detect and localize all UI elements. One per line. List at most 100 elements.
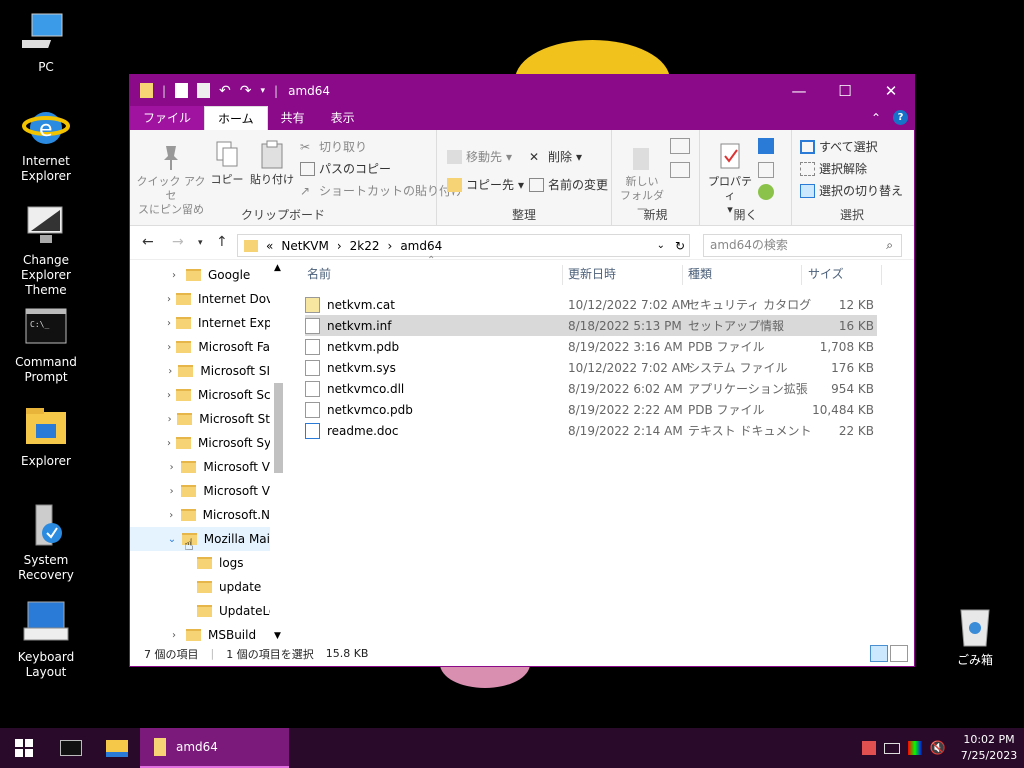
copy-button[interactable]: コピー	[210, 140, 244, 187]
help-icon[interactable]: ?	[893, 110, 908, 125]
history-icon[interactable]	[758, 184, 774, 200]
scroll-thumb[interactable]	[274, 383, 283, 473]
move-to-button[interactable]: 移動先 ▾	[447, 148, 512, 165]
tab-share[interactable]: 共有	[268, 106, 318, 130]
nav-item[interactable]: › Microsoft SI	[130, 359, 270, 383]
details-view-icon[interactable]	[870, 645, 888, 662]
desktop-icon-keyboard-layout[interactable]: Keyboard Layout	[0, 600, 92, 680]
expand-icon[interactable]: ›	[167, 294, 171, 305]
paste-button[interactable]: 貼り付け	[248, 140, 296, 187]
expand-icon[interactable]: ›	[167, 342, 171, 353]
tab-home[interactable]: ホーム	[204, 106, 268, 130]
desktop-icon-internet-explorer[interactable]: e Internet Explorer	[0, 104, 92, 184]
nav-item[interactable]: › Microsoft V	[130, 479, 270, 503]
breadcrumb-item[interactable]: NetKVM	[281, 239, 329, 253]
desktop-icon-command-prompt[interactable]: C:\_ Command Prompt	[0, 305, 92, 385]
delete-button[interactable]: ✕ 削除 ▾	[529, 148, 582, 165]
copy-path-button[interactable]: パスのコピー	[300, 160, 391, 177]
nav-item[interactable]: › Microsoft Sy	[130, 431, 270, 455]
file-row[interactable]: netkvmco.pdb 8/19/2022 2:22 AM PDB ファイル …	[305, 399, 877, 420]
easy-access-icon[interactable]	[670, 162, 690, 178]
address-dropdown-icon[interactable]: ⌄	[657, 240, 665, 251]
expand-icon[interactable]: ›	[167, 630, 181, 641]
cut-button[interactable]: ✂ 切り取り	[300, 138, 367, 155]
expand-icon[interactable]: ›	[167, 366, 173, 377]
expand-icon[interactable]: ›	[167, 486, 176, 497]
desktop-icon-change-explorer-theme[interactable]: Change Explorer Theme	[0, 203, 92, 298]
recent-locations-button[interactable]: ▾	[198, 238, 203, 248]
nav-item[interactable]: › Internet Exp	[130, 311, 270, 335]
column-header-date[interactable]: 更新日時	[568, 263, 616, 285]
nav-item-mozilla-maintenance[interactable]: ⌄ Mozilla Mai	[130, 527, 270, 551]
column-header-name[interactable]: 名前	[307, 263, 331, 285]
expand-icon[interactable]: ›	[167, 318, 171, 329]
taskbar-active-window[interactable]: amd64	[140, 728, 289, 768]
taskbar-command-prompt[interactable]	[48, 728, 94, 768]
nav-item[interactable]: UpdateLog	[130, 599, 270, 623]
nav-item[interactable]: › Microsoft Fa	[130, 335, 270, 359]
copy-to-button[interactable]: コピー先 ▾	[447, 176, 524, 193]
nav-item[interactable]: › Microsoft Sc	[130, 383, 270, 407]
up-button[interactable]: ↑	[216, 234, 228, 250]
forward-button[interactable]: →	[172, 234, 184, 250]
select-all-button[interactable]: すべて選択	[800, 138, 878, 155]
desktop-icon-pc[interactable]: PC	[0, 10, 92, 75]
nav-scrollbar[interactable]: ▲ ▼	[271, 263, 286, 643]
column-header-type[interactable]: 種類	[688, 263, 712, 285]
maximize-button[interactable]: ☐	[822, 75, 868, 106]
breadcrumb-overflow[interactable]: «	[266, 239, 273, 253]
nav-item[interactable]: logs	[130, 551, 270, 575]
expand-icon[interactable]: ›	[167, 462, 176, 473]
collapse-icon[interactable]: ⌄	[167, 534, 177, 545]
start-button[interactable]	[0, 728, 48, 768]
nav-item[interactable]: › Microsoft St	[130, 407, 270, 431]
redo-icon[interactable]: ↷	[240, 83, 252, 99]
desktop-icon-explorer[interactable]: Explorer	[0, 404, 92, 469]
new-folder-icon[interactable]	[197, 83, 211, 98]
file-row[interactable]: netkvm.cat 10/12/2022 7:02 AM セキュリティ カタロ…	[305, 294, 877, 315]
volume-muted-icon[interactable]: 🔇	[930, 741, 946, 756]
scroll-down-icon[interactable]: ▼	[274, 631, 281, 641]
nav-item[interactable]: › Microsoft.N	[130, 503, 270, 527]
nav-item[interactable]: › Google	[130, 263, 270, 287]
file-row[interactable]: netkvm.sys 10/12/2022 7:02 AM システム ファイル …	[305, 357, 877, 378]
undo-icon[interactable]: ↶	[219, 83, 231, 99]
expand-icon[interactable]: ›	[167, 510, 176, 521]
keyboard-icon[interactable]	[883, 742, 900, 754]
file-row[interactable]: netkvmco.dll 8/19/2022 6:02 AM アプリケーション拡…	[305, 378, 877, 399]
expand-icon[interactable]: ›	[167, 438, 171, 449]
nav-item[interactable]: › Microsoft V	[130, 455, 270, 479]
new-item-icon[interactable]	[670, 138, 690, 154]
color-icon[interactable]	[907, 741, 922, 755]
refresh-icon[interactable]: ↻	[675, 239, 685, 253]
large-icons-view-icon[interactable]	[890, 645, 908, 662]
rename-button[interactable]: 名前の変更	[529, 176, 608, 193]
file-row[interactable]: readme.doc 8/19/2022 2:14 AM テキスト ドキュメント…	[305, 420, 877, 441]
invert-selection-button[interactable]: 選択の切り替え	[800, 182, 903, 199]
tray-app-icon[interactable]	[861, 741, 876, 755]
open-icon[interactable]	[758, 138, 774, 154]
search-input[interactable]: amd64の検索 ⌕	[703, 234, 902, 257]
file-row[interactable]: netkvm.inf 8/18/2022 5:13 PM セットアップ情報 16…	[305, 315, 877, 336]
minimize-button[interactable]: —	[776, 75, 822, 106]
close-button[interactable]: ✕	[868, 75, 914, 106]
nav-item[interactable]: › MSBuild	[130, 623, 270, 643]
back-button[interactable]: ←	[142, 234, 154, 250]
expand-icon[interactable]: ›	[167, 414, 172, 425]
desktop-icon-system-recovery[interactable]: System Recovery	[0, 503, 92, 583]
customize-toolbar-icon[interactable]: ▾	[261, 86, 266, 96]
edit-icon[interactable]	[758, 162, 774, 178]
breadcrumb-item[interactable]: amd64	[400, 239, 442, 253]
expand-icon[interactable]: ›	[167, 390, 171, 401]
clock[interactable]: 10:02 PM 7/25/2023	[954, 732, 1024, 764]
file-row[interactable]: netkvm.pdb 8/19/2022 3:16 AM PDB ファイル 1,…	[305, 336, 877, 357]
address-bar[interactable]: « NetKVM › 2k22 › amd64 ⌄ ↻	[237, 234, 690, 257]
tab-view[interactable]: 表示	[318, 106, 368, 130]
nav-item[interactable]: › Internet Dov	[130, 287, 270, 311]
scroll-up-icon[interactable]: ▲	[274, 263, 281, 273]
nav-item[interactable]: update	[130, 575, 270, 599]
desktop-icon-recycle-bin[interactable]: ごみ箱	[930, 604, 1020, 668]
collapse-ribbon-icon[interactable]: ⌃	[871, 111, 881, 125]
expand-icon[interactable]: ›	[167, 270, 181, 281]
tab-file[interactable]: ファイル	[130, 106, 205, 130]
